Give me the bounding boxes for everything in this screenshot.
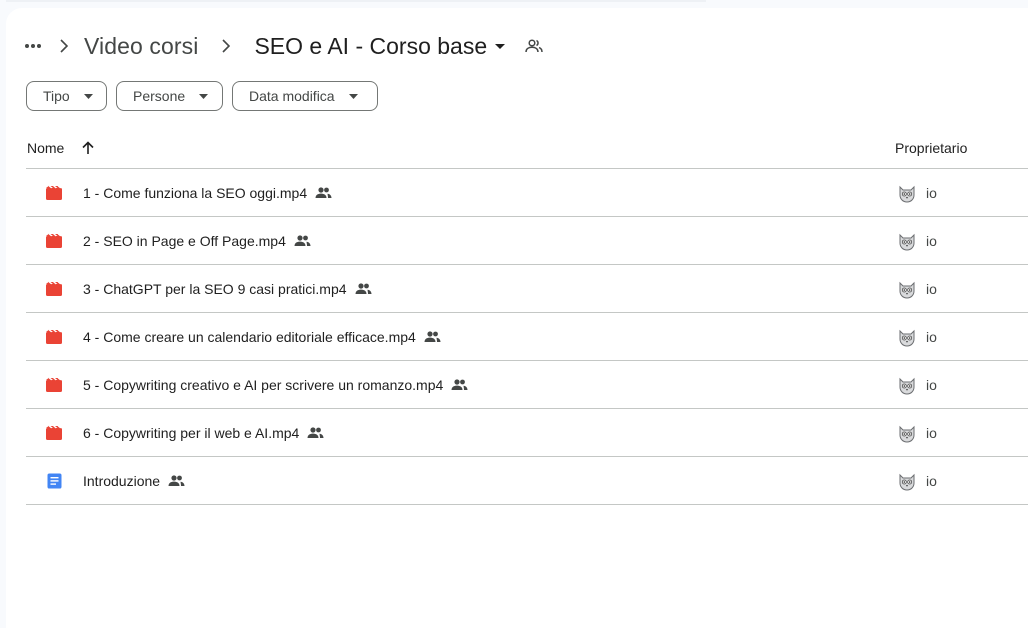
owner-cell: io bbox=[894, 470, 937, 492]
shared-people-icon bbox=[168, 475, 185, 486]
owner-cell: io bbox=[894, 182, 937, 204]
file-name: 1 - Come funziona la SEO oggi.mp4 bbox=[83, 184, 308, 201]
filter-modified-label: Data modifica bbox=[249, 88, 335, 104]
filter-type-chip[interactable]: Tipo bbox=[26, 81, 107, 111]
table-row[interactable]: 1 - Come funziona la SEO oggi.mp4 io bbox=[26, 169, 1028, 217]
file-name-cell: 2 - SEO in Page e Off Page.mp4 bbox=[26, 232, 894, 250]
file-name: Introduzione bbox=[83, 472, 161, 489]
avatar bbox=[896, 230, 918, 252]
owner-cell: io bbox=[894, 326, 937, 348]
file-name: 5 - Copywriting creativo e AI per scrive… bbox=[83, 376, 444, 393]
shared-people-icon bbox=[355, 283, 372, 294]
owner-name: io bbox=[926, 232, 937, 249]
owner-name: io bbox=[926, 184, 937, 201]
file-name-cell: Introduzione bbox=[26, 472, 894, 490]
table-row[interactable]: 2 - SEO in Page e Off Page.mp4 io bbox=[26, 217, 1028, 265]
owner-cell: io bbox=[894, 278, 937, 300]
file-rows: 1 - Come funziona la SEO oggi.mp4 io 2 -… bbox=[26, 169, 1028, 505]
page-title: SEO e AI - Corso base bbox=[254, 32, 488, 59]
shared-people-icon bbox=[424, 331, 441, 342]
owner-name: io bbox=[926, 472, 937, 489]
avatar bbox=[896, 374, 918, 396]
video-file-icon bbox=[45, 328, 63, 346]
chevron-right-icon bbox=[198, 39, 254, 53]
table-row[interactable]: Introduzione io bbox=[26, 457, 1028, 505]
filter-modified-chip[interactable]: Data modifica bbox=[232, 81, 378, 111]
table-row[interactable]: 6 - Copywriting per il web e AI.mp4 io bbox=[26, 409, 1028, 457]
shared-people-icon bbox=[294, 235, 311, 246]
filter-type-label: Tipo bbox=[43, 88, 70, 104]
table-header: Nome Proprietario bbox=[26, 128, 1028, 169]
filter-people-label: Persone bbox=[133, 88, 186, 104]
shared-people-icon bbox=[307, 427, 324, 438]
file-name-cell: 5 - Copywriting creativo e AI per scrive… bbox=[26, 376, 894, 394]
window-top-edge bbox=[6, 0, 706, 2]
avatar bbox=[896, 182, 918, 204]
file-name-cell: 3 - ChatGPT per la SEO 9 casi pratici.mp… bbox=[26, 280, 894, 298]
avatar bbox=[896, 278, 918, 300]
column-owner-header[interactable]: Proprietario bbox=[895, 140, 967, 156]
table-row[interactable]: 3 - ChatGPT per la SEO 9 casi pratici.mp… bbox=[26, 265, 1028, 313]
owner-cell: io bbox=[894, 374, 937, 396]
breadcrumb-current-folder[interactable]: SEO e AI - Corso base bbox=[254, 33, 507, 60]
shared-people-icon bbox=[451, 379, 468, 390]
video-file-icon bbox=[45, 424, 63, 442]
file-name-cell: 6 - Copywriting per il web e AI.mp4 bbox=[26, 424, 894, 442]
people-outline-icon[interactable] bbox=[525, 39, 543, 53]
arrow-drop-down-icon bbox=[348, 93, 358, 99]
file-name: 6 - Copywriting per il web e AI.mp4 bbox=[83, 424, 300, 441]
file-name: 2 - SEO in Page e Off Page.mp4 bbox=[83, 232, 286, 249]
file-name: 4 - Come creare un calendario editoriale… bbox=[83, 328, 416, 345]
avatar bbox=[896, 422, 918, 444]
doc-file-icon bbox=[45, 472, 63, 490]
avatar bbox=[896, 326, 918, 348]
arrow-drop-down-icon bbox=[199, 93, 209, 99]
video-file-icon bbox=[45, 376, 63, 394]
video-file-icon bbox=[45, 280, 63, 298]
table-row[interactable]: 4 - Come creare un calendario editoriale… bbox=[26, 313, 1028, 361]
owner-cell: io bbox=[894, 230, 937, 252]
column-name-label: Nome bbox=[27, 140, 65, 156]
owner-name: io bbox=[926, 328, 937, 345]
video-file-icon bbox=[45, 184, 63, 202]
column-name-header[interactable]: Nome bbox=[26, 140, 895, 156]
owner-cell: io bbox=[894, 422, 937, 444]
shared-people-icon bbox=[315, 187, 332, 198]
chevron-right-icon bbox=[44, 39, 84, 53]
filter-people-chip[interactable]: Persone bbox=[116, 81, 223, 111]
owner-name: io bbox=[926, 376, 937, 393]
breadcrumb-parent[interactable]: Video corsi bbox=[84, 33, 198, 60]
file-list: Nome Proprietario 1 - Come funziona la S… bbox=[26, 128, 1028, 505]
owner-name: io bbox=[926, 280, 937, 297]
arrow-upward-icon[interactable] bbox=[82, 141, 94, 155]
breadcrumb: Video corsi SEO e AI - Corso base bbox=[22, 26, 543, 66]
table-row[interactable]: 5 - Copywriting creativo e AI per scrive… bbox=[26, 361, 1028, 409]
file-name-cell: 4 - Come creare un calendario editoriale… bbox=[26, 328, 894, 346]
owner-name: io bbox=[926, 424, 937, 441]
more-horiz-icon[interactable] bbox=[22, 35, 44, 57]
file-name-cell: 1 - Come funziona la SEO oggi.mp4 bbox=[26, 184, 894, 202]
arrow-drop-down-icon bbox=[83, 93, 93, 99]
avatar bbox=[896, 470, 918, 492]
file-name: 3 - ChatGPT per la SEO 9 casi pratici.mp… bbox=[83, 280, 347, 297]
video-file-icon bbox=[45, 232, 63, 250]
filter-chips: Tipo Persone Data modifica bbox=[26, 81, 378, 111]
arrow-drop-down-icon bbox=[495, 40, 507, 52]
